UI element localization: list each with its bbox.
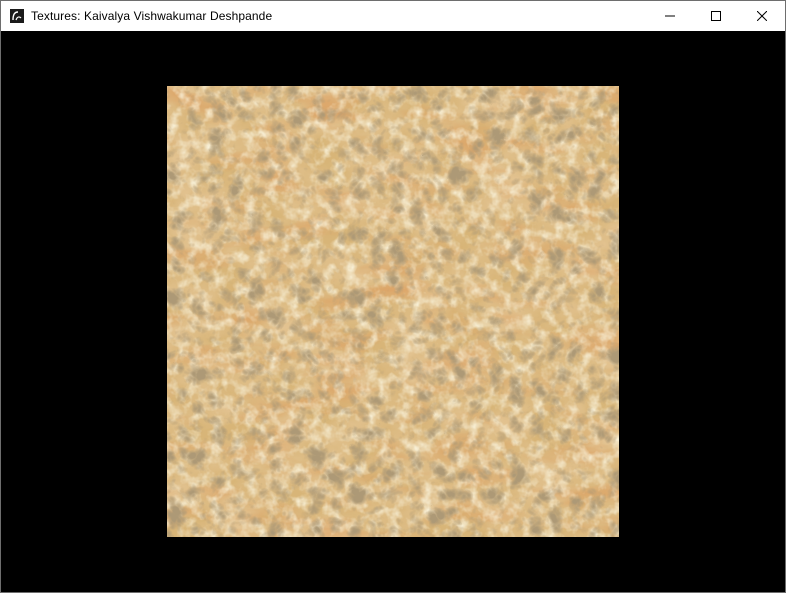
maximize-button[interactable] (693, 1, 739, 31)
opengl-app-icon (9, 8, 25, 24)
minimize-button[interactable] (647, 1, 693, 31)
title-bar[interactable]: Textures: Kaivalya Vishwakumar Deshpande (1, 1, 785, 31)
maximize-icon (711, 11, 721, 21)
minimize-icon (665, 15, 675, 17)
window-title: Textures: Kaivalya Vishwakumar Deshpande (31, 9, 273, 23)
close-icon (757, 11, 767, 21)
window-controls (647, 1, 785, 31)
close-button[interactable] (739, 1, 785, 31)
textured-quad (167, 86, 619, 537)
render-viewport[interactable] (1, 31, 785, 592)
application-window: Textures: Kaivalya Vishwakumar Deshpande (0, 0, 786, 593)
marble-stone-texture (167, 86, 619, 537)
